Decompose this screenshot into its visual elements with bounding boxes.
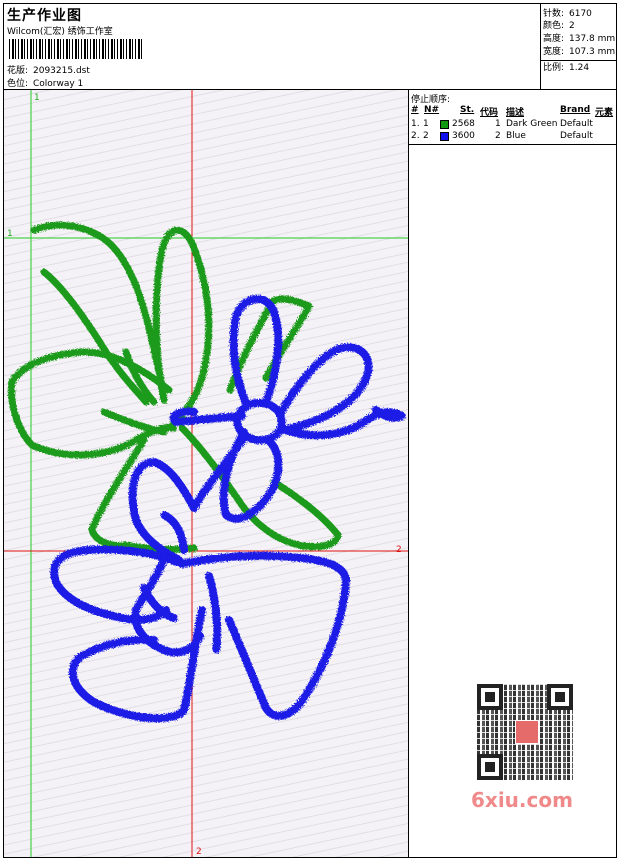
blue-thread-path [50, 294, 406, 723]
qr-code-icon [477, 684, 573, 780]
watermark: 6xiu.com [467, 678, 585, 818]
embroidery-preview: 1 1 2 2 [4, 90, 408, 857]
colorway-label: 色位: [7, 79, 29, 89]
col-header-n: N# [424, 105, 440, 115]
table-row[interactable]: 1. 1 2568 1 Dark Green Default [409, 119, 616, 131]
red-horizontal-guide-label: 2 [396, 545, 402, 555]
page-title: 生产作业图 [7, 8, 82, 24]
col-header-brand: Brand [560, 105, 591, 115]
design-file-line: 花版: 2093215.dst [7, 63, 90, 76]
design-file-label: 花版: [7, 66, 29, 76]
design-canvas[interactable]: 1 1 2 2 [4, 90, 409, 857]
stat-width: 宽度: 107.3 mm [543, 47, 616, 57]
design-file-value: 2093215.dst [33, 66, 90, 76]
barcode [9, 39, 144, 59]
green-horizontal-guide-label: 1 [7, 229, 13, 239]
stat-colors: 颜色: 2 [543, 21, 575, 31]
color-swatch-blue [440, 132, 449, 141]
green-vertical-guide-label: 1 [34, 93, 40, 103]
colorway-value: Colorway 1 [33, 79, 84, 89]
col-header-code: 代码 [480, 108, 499, 118]
header-info: 生产作业图 Wilcom(汇宏) 绣饰工作室 花版: 2093215.dst 色位… [4, 4, 541, 89]
red-vertical-guide-label: 2 [196, 847, 202, 857]
studio-name: Wilcom(汇宏) 绣饰工作室 [7, 27, 113, 37]
col-header-stitches: St. [460, 105, 475, 115]
col-header-description: 描述 [506, 108, 525, 118]
col-header-idx: # [411, 105, 419, 115]
color-swatch-green [440, 120, 449, 129]
watermark-text: 6xiu.com [471, 788, 573, 812]
colorway-line: 色位: Colorway 1 [7, 76, 83, 89]
stop-sequence-panel: 停止顺序: # N# St. 代码 描述 Brand 元素 1. 1 2568 … [409, 90, 616, 145]
col-header-element: 元素 [595, 108, 614, 118]
table-row[interactable]: 2. 2 3600 2 Blue Default [409, 131, 616, 143]
stop-sequence-title: 停止顺序: [411, 95, 451, 105]
seal-icon [515, 720, 539, 744]
header: 生产作业图 Wilcom(汇宏) 绣饰工作室 花版: 2093215.dst 色位… [4, 4, 616, 90]
green-thread-path [7, 221, 342, 553]
stat-height: 高度: 137.8 mm [543, 34, 616, 44]
stat-scale: 比例: 1.24 [543, 63, 590, 73]
design-stats: 针数: 6170 颜色: 2 高度: 137.8 mm 宽度: 107.3 mm 比例:… [541, 4, 616, 89]
